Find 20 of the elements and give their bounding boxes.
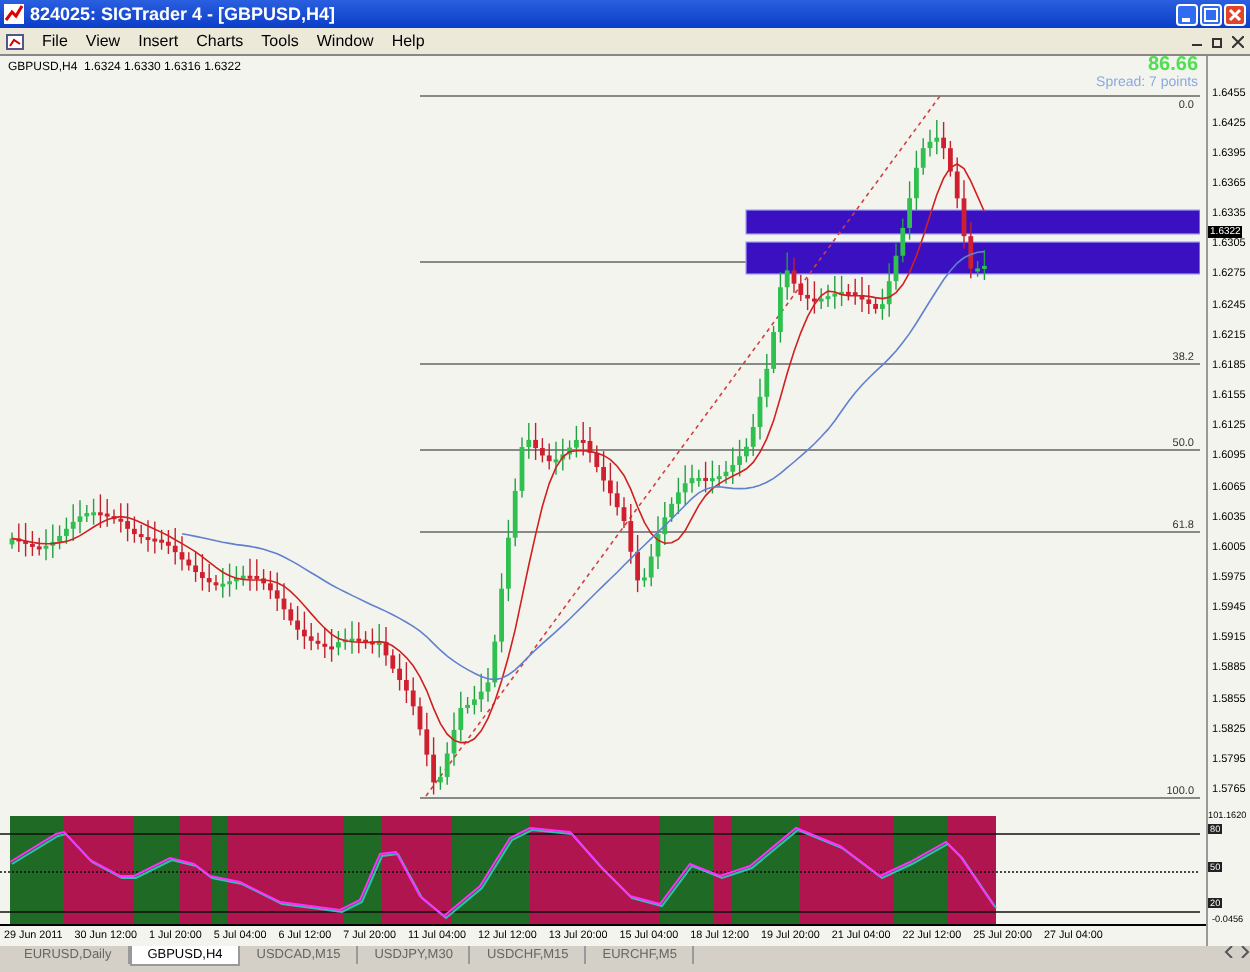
maximize-icon (1204, 7, 1218, 21)
close-icon (1228, 7, 1242, 21)
menu-item[interactable]: Help (391, 32, 425, 50)
restore-icon[interactable] (1212, 35, 1224, 47)
close-icon[interactable] (1232, 35, 1244, 47)
menu-item[interactable]: View (85, 32, 121, 50)
window-title: 824025: SIGTrader 4 - [GBPUSD,H4] (30, 4, 338, 24)
menu-item[interactable]: File (42, 32, 68, 50)
menu-item[interactable]: Window (316, 32, 374, 50)
menu-item[interactable]: Charts (196, 32, 244, 50)
scroll-right-icon[interactable] (1240, 946, 1250, 958)
minimize-button[interactable] (1176, 3, 1198, 25)
profit-value: 86.66 (1148, 56, 1199, 76)
menu-item[interactable]: Tools (261, 32, 299, 50)
chart-icon (6, 33, 24, 49)
close-button[interactable] (1224, 3, 1246, 25)
maximize-button[interactable] (1200, 3, 1222, 25)
app-icon (4, 4, 24, 24)
scroll-left-icon[interactable] (1224, 946, 1234, 958)
menu-item[interactable]: Insert (138, 32, 179, 50)
